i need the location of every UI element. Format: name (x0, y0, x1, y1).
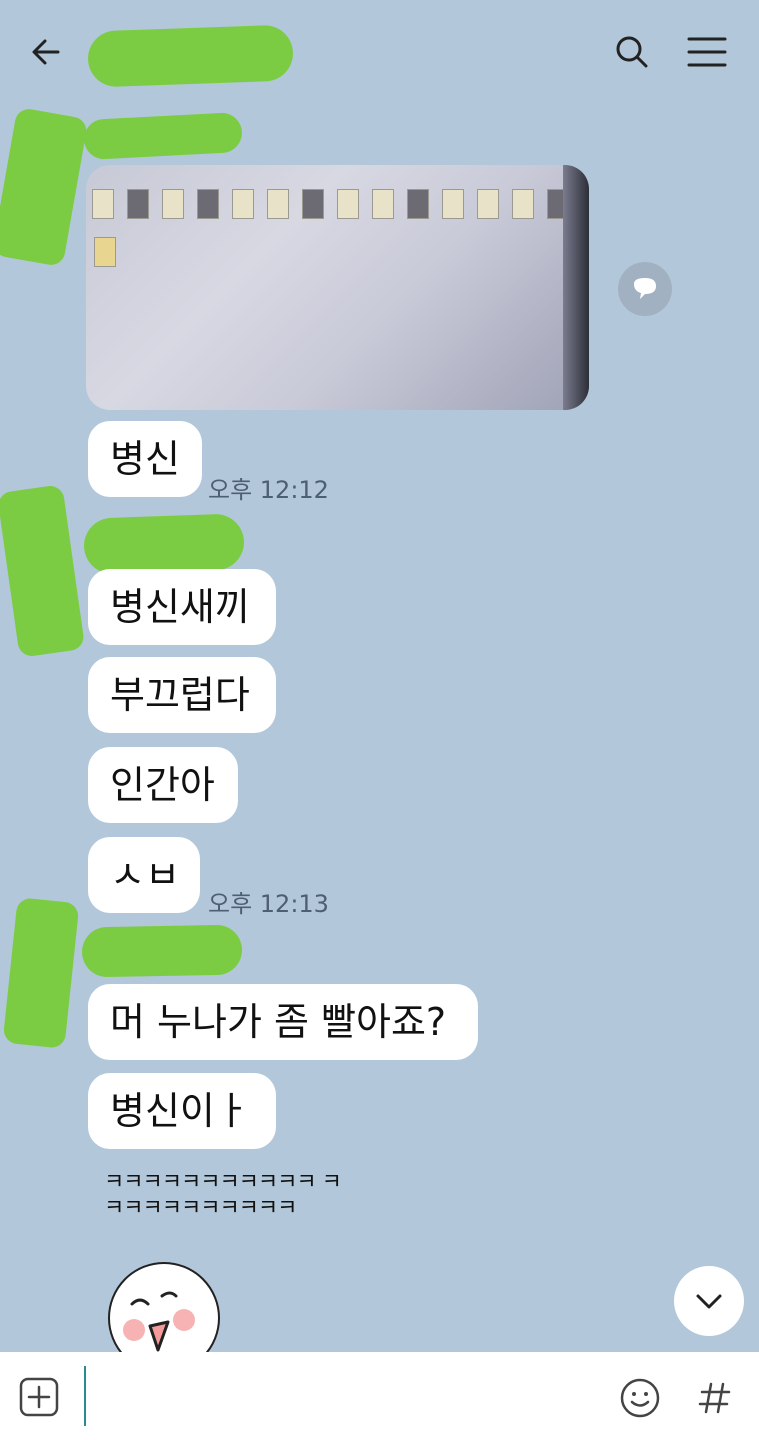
photo-message[interactable] (86, 165, 589, 410)
message-time: 오후 12:13 (208, 890, 329, 918)
attach-button[interactable] (14, 1372, 64, 1422)
message-text: 병신새끼 (110, 585, 250, 629)
scroll-to-bottom-button[interactable] (674, 1266, 744, 1336)
message-text: 병신 (110, 437, 180, 481)
message-text: 인간아 (110, 763, 215, 807)
menu-button[interactable] (680, 24, 734, 80)
redacted-chat-title (87, 24, 294, 88)
share-button[interactable] (618, 262, 672, 316)
message-bubble[interactable]: ㅅㅂ (88, 837, 200, 913)
search-icon (616, 36, 648, 68)
hash-icon (698, 1382, 731, 1414)
message-text: 병신이ㅏ (110, 1089, 250, 1133)
message-bubble[interactable]: 병신이ㅏ (88, 1073, 276, 1149)
redacted-sender-name (83, 513, 245, 575)
message-text: ㅅㅂ (110, 853, 180, 897)
arrow-left-icon (32, 39, 60, 65)
redacted-sender-name (81, 924, 243, 978)
message-time: 오후 12:12 (208, 476, 329, 504)
message-bubble[interactable]: 병신 (88, 421, 202, 497)
emoji-button[interactable] (614, 1372, 666, 1424)
message-text: 부끄럽다 (110, 673, 250, 717)
laughing-text: ㅋㅋㅋㅋㅋㅋㅋㅋㅋㅋㅋ ㅋㅋㅋㅋㅋㅋㅋㅋㅋㅋㅋ (104, 1170, 342, 1221)
redacted-avatar (0, 484, 86, 658)
message-bubble[interactable]: 머 누나가 좀 빨아죠? (88, 984, 478, 1060)
redacted-avatar (2, 897, 80, 1049)
message-bubble[interactable]: 인간아 (88, 747, 238, 823)
hamburger-menu-icon (687, 37, 727, 67)
plus-square-icon (19, 1377, 59, 1417)
back-button[interactable] (18, 22, 74, 82)
message-input-bar (0, 1352, 759, 1440)
redacted-sender-name (83, 111, 243, 161)
message-bubble[interactable]: 부끄럽다 (88, 657, 276, 733)
photo-desktop-icons (92, 189, 589, 219)
message-bubble[interactable]: 병신새끼 (88, 569, 276, 645)
emoji-smile-icon (620, 1378, 660, 1418)
chevron-down-icon (696, 1294, 722, 1309)
message-text: 머 누나가 좀 빨아죠? (110, 1000, 447, 1044)
chat-header (0, 0, 759, 100)
hashtag-search-button[interactable] (690, 1372, 740, 1424)
message-input[interactable] (84, 1366, 86, 1426)
speech-bubble-share-icon (634, 278, 656, 299)
search-button[interactable] (606, 24, 658, 80)
redacted-avatar (0, 106, 89, 268)
